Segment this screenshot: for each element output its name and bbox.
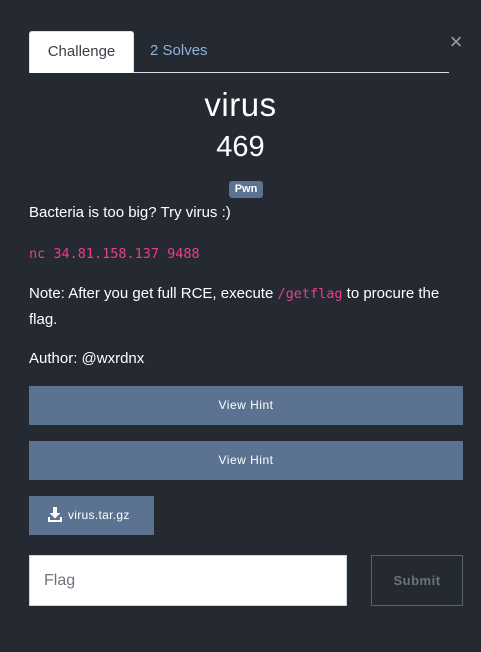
- tab-challenge[interactable]: Challenge: [29, 31, 134, 73]
- download-icon: [48, 507, 62, 522]
- submit-button[interactable]: Submit: [371, 555, 463, 606]
- challenge-title: virus: [204, 86, 277, 123]
- note-prefix: Note: After you get full RCE, execute: [29, 285, 278, 302]
- file-name: virus.tar.gz: [68, 508, 130, 522]
- description-author: Author: @wxrdnx: [29, 350, 145, 367]
- challenge-points: 469: [216, 131, 265, 163]
- description-intro: Bacteria is too big? Try virus :): [29, 204, 231, 221]
- connection-code: nc 34.81.158.137 9488: [29, 246, 200, 262]
- flag-input[interactable]: [29, 555, 347, 606]
- note-code: /getflag: [277, 286, 343, 302]
- challenge-modal: × Challenge 2 Solves virus 469 Pwn Bacte…: [0, 0, 481, 652]
- download-file-button[interactable]: virus.tar.gz: [29, 496, 154, 535]
- connection-command: nc 34.81.158.137 9488: [29, 241, 461, 267]
- view-hint-button-2[interactable]: View Hint: [29, 441, 463, 480]
- tab-solves[interactable]: 2 Solves: [150, 31, 208, 71]
- description-note: Note: After you get full RCE, execute /g…: [29, 281, 461, 332]
- category-tag: Pwn: [229, 181, 263, 198]
- close-icon[interactable]: ×: [446, 31, 466, 53]
- modal-tabs: Challenge 2 Solves: [29, 31, 449, 73]
- view-hint-button-1[interactable]: View Hint: [29, 386, 463, 425]
